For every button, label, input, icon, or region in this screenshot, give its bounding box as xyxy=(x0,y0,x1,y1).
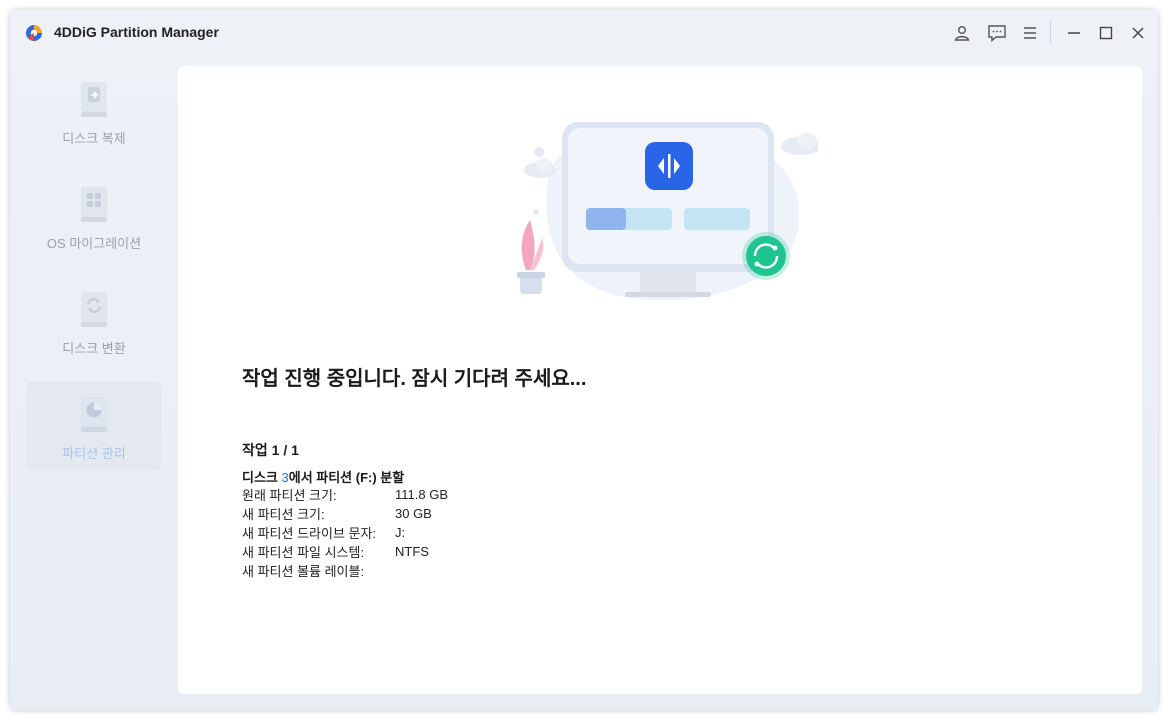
app-window: 4DDiG Partition Manager 디스크 복제 OS 마이그레이션… xyxy=(10,10,1158,710)
detail-label: 새 파티션 드라이브 문자: xyxy=(242,526,377,541)
sidebar-item-label: 디스크 복제 xyxy=(62,131,126,146)
detail-label: 원래 파티션 크기: xyxy=(242,488,337,503)
feedback-icon[interactable] xyxy=(985,21,1009,45)
sidebar-item-disk-clone[interactable]: 디스크 복제 xyxy=(26,66,162,156)
detail-value: 30 GB xyxy=(395,506,432,521)
disk-convert-icon xyxy=(81,292,107,327)
detail-row-drive-letter: 새 파티션 드라이브 문자: J: xyxy=(242,523,448,542)
title-bar: 4DDiG Partition Manager xyxy=(10,10,1158,54)
detail-value: 111.8 GB xyxy=(395,487,448,502)
detail-label: 새 파티션 파일 시스템: xyxy=(242,545,365,560)
sidebar-item-os-migration[interactable]: OS 마이그레이션 xyxy=(26,171,162,261)
detail-row-original-size: 원래 파티션 크기: 111.8 GB xyxy=(242,485,448,504)
task-title-suffix: 에서 파티션 (F:) 분할 xyxy=(288,470,405,485)
sidebar-item-label: 디스크 변환 xyxy=(62,341,126,356)
titlebar-divider xyxy=(1050,20,1051,44)
main-panel: 작업 진행 중입니다. 잠시 기다려 주세요... 작업 1 / 1 디스크 3… xyxy=(178,66,1142,694)
detail-label: 새 파티션 볼륨 레이블: xyxy=(242,564,365,579)
sidebar-item-partition-manage[interactable]: 파티션 관리 xyxy=(26,381,162,471)
task-disk-number: 3 xyxy=(281,470,289,485)
sidebar-item-disk-convert[interactable]: 디스크 변환 xyxy=(26,276,162,366)
task-details: 원래 파티션 크기: 111.8 GB 새 파티션 크기: 30 GB 새 파티… xyxy=(242,485,448,580)
detail-row-volume-label: 새 파티션 볼륨 레이블: xyxy=(242,561,448,580)
app-logo-icon xyxy=(26,25,42,41)
sidebar: 디스크 복제 OS 마이그레이션 디스크 변환 파티션 관리 xyxy=(10,66,178,706)
sidebar-item-label: 파티션 관리 xyxy=(62,446,126,461)
sidebar-item-label: OS 마이그레이션 xyxy=(46,236,142,251)
minimize-icon[interactable] xyxy=(1062,21,1086,45)
detail-value: NTFS xyxy=(395,544,429,559)
status-message: 작업 진행 중입니다. 잠시 기다려 주세요... xyxy=(242,368,587,390)
close-icon[interactable] xyxy=(1126,21,1150,45)
partition-manage-icon xyxy=(81,397,107,432)
account-icon[interactable] xyxy=(950,21,974,45)
maximize-icon[interactable] xyxy=(1094,21,1118,45)
task-title: 디스크 3에서 파티션 (F:) 분할 xyxy=(242,467,404,486)
detail-row-file-system: 새 파티션 파일 시스템: NTFS xyxy=(242,542,448,561)
task-counter: 작업 1 / 1 xyxy=(242,442,299,458)
menu-icon[interactable] xyxy=(1018,21,1042,45)
detail-row-new-size: 새 파티션 크기: 30 GB xyxy=(242,504,448,523)
app-title: 4DDiG Partition Manager xyxy=(54,24,219,40)
task-title-prefix: 디스크 xyxy=(242,470,282,485)
os-migration-icon xyxy=(81,187,107,222)
disk-clone-icon xyxy=(81,82,107,117)
progress-illustration xyxy=(517,122,818,301)
detail-value: J: xyxy=(395,525,406,540)
detail-label: 새 파티션 크기: xyxy=(242,507,325,522)
